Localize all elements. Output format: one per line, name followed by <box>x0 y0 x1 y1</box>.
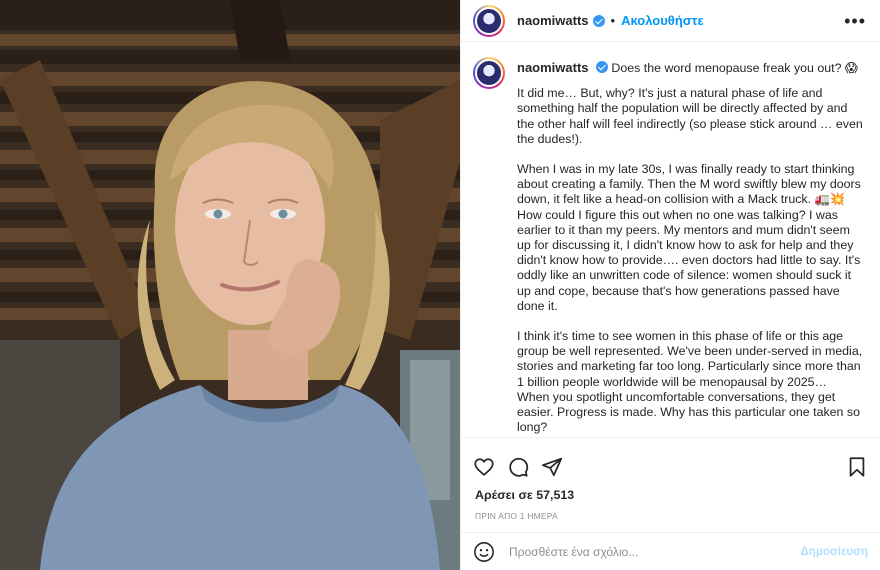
verified-badge-icon <box>592 14 605 27</box>
post-comment-button[interactable]: Δημοσίευση <box>801 546 868 558</box>
caption-paragraph: When I was in my late 30s, I was finally… <box>517 162 861 313</box>
caption-body: naomiwatts Does the word menopause freak… <box>517 58 864 437</box>
comment-bar: Δημοσίευση <box>461 532 880 570</box>
share-button[interactable] <box>541 455 575 479</box>
instagram-post-view: naomiwatts • Ακολουθήστε ••• naomiwatts … <box>0 0 880 570</box>
caption-username[interactable]: naomiwatts <box>517 60 589 75</box>
more-options-icon[interactable]: ••• <box>844 12 866 30</box>
caption-row: naomiwatts Does the word menopause freak… <box>473 57 864 437</box>
post-details-panel: naomiwatts • Ακολουθήστε ••• naomiwatts … <box>460 0 880 570</box>
comment-input[interactable] <box>509 544 801 559</box>
emoji-icon[interactable] <box>473 541 495 563</box>
like-button[interactable] <box>473 455 507 479</box>
bookmark-icon <box>849 457 865 477</box>
caption-paragraph: It did me… But, why? It's just a natural… <box>517 86 863 146</box>
caption-avatar[interactable] <box>473 57 505 89</box>
post-photo[interactable] <box>0 0 460 570</box>
likes-count[interactable]: Αρέσει σε 57,513 <box>461 488 880 502</box>
heart-icon <box>474 458 494 476</box>
caption-first-line: naomiwatts Does the word menopause freak… <box>517 60 864 76</box>
caption-scroll-area[interactable]: naomiwatts Does the word menopause freak… <box>461 42 880 438</box>
post-header: naomiwatts • Ακολουθήστε ••• <box>461 0 880 42</box>
avatar[interactable] <box>473 4 505 37</box>
comment-icon <box>509 457 529 477</box>
action-bar <box>461 446 880 488</box>
caption-paragraph: I think it's time to see women in this p… <box>517 329 863 435</box>
verified-badge-icon <box>595 61 608 73</box>
share-icon <box>541 457 563 477</box>
post-username[interactable]: naomiwatts <box>517 13 589 28</box>
comment-button[interactable] <box>507 455 541 479</box>
follow-button[interactable]: Ακολουθήστε <box>621 13 704 28</box>
post-timestamp[interactable]: ΠΡΙΝ ΑΠΟ 1 ΗΜΕΡΑ <box>461 511 880 521</box>
caption-first-text: Does the word menopause freak you out? 😱 <box>611 61 858 75</box>
separator-dot: • <box>610 13 616 28</box>
portrait-photo <box>0 0 460 570</box>
save-button[interactable] <box>834 455 868 479</box>
